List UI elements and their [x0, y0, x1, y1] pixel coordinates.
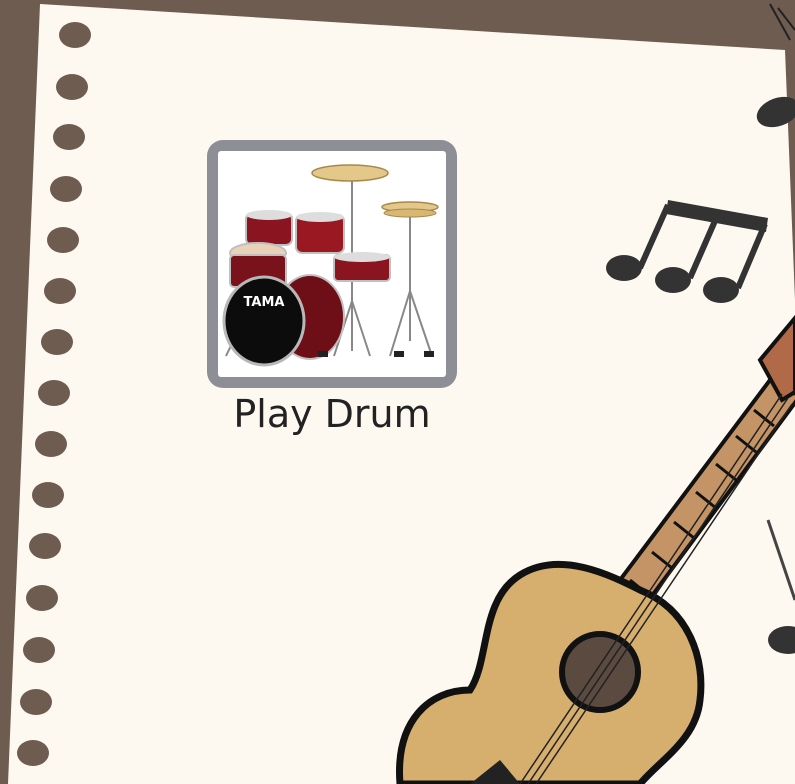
drum-kit-icon: TAMA: [222, 164, 439, 367]
play-drum-button[interactable]: TAMA: [207, 140, 457, 388]
drum-brand-text: TAMA: [244, 295, 285, 310]
play-drum-label[interactable]: Play Drum: [207, 392, 457, 436]
